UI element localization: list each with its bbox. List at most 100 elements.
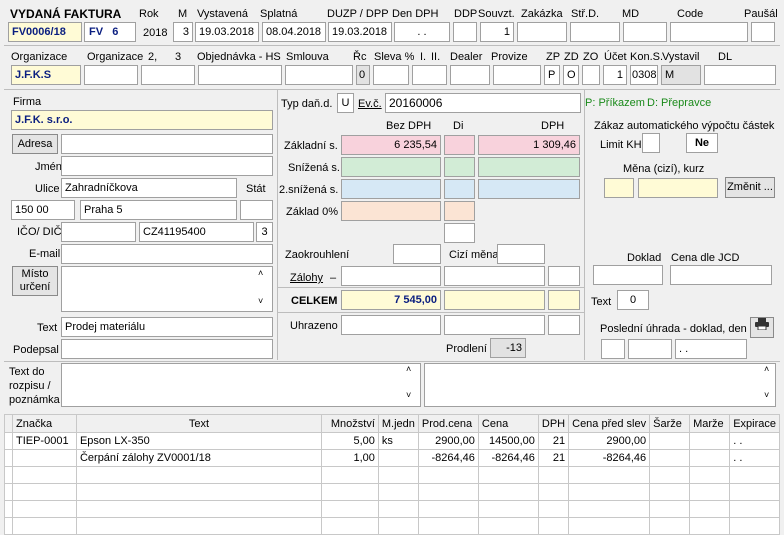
- zalohy-extra-field[interactable]: [548, 266, 580, 286]
- cell-sarze[interactable]: [649, 449, 691, 467]
- email-field[interactable]: [61, 244, 273, 264]
- note-scroll-up-icon[interactable]: ˄: [406, 364, 411, 374]
- souvzt-field[interactable]: 1: [480, 22, 514, 42]
- scroll-up-icon[interactable]: ˄: [258, 268, 263, 278]
- note-field-2[interactable]: [424, 363, 776, 407]
- note-field[interactable]: [61, 363, 421, 407]
- organizace-field[interactable]: J.F.K.S: [11, 65, 81, 85]
- celkem-field[interactable]: 7 545,00: [341, 290, 441, 310]
- printer-icon[interactable]: [750, 317, 774, 338]
- cell-expirace[interactable]: . .: [729, 432, 780, 450]
- cell-mjedn[interactable]: ks: [377, 432, 419, 450]
- cena-jcd-field[interactable]: [670, 265, 772, 285]
- rc-field[interactable]: 0: [356, 65, 370, 85]
- limit-kh-field[interactable]: [642, 133, 660, 153]
- zakazka-field[interactable]: [517, 22, 567, 42]
- cell-marze[interactable]: [689, 449, 731, 467]
- zalohy-field[interactable]: [341, 266, 441, 286]
- zaklad-0-di-field[interactable]: [444, 201, 475, 221]
- table-row[interactable]: TIEP-0001 Epson LX-350 5,00 ks 2900,00 1…: [4, 432, 780, 450]
- objednavka-field[interactable]: [198, 65, 282, 85]
- table-row-empty[interactable]: [4, 517, 780, 535]
- zp-field[interactable]: P: [544, 65, 560, 85]
- dic-number-field[interactable]: 3: [256, 222, 273, 242]
- zmenit-button[interactable]: Změnit ...: [725, 177, 775, 198]
- strd-field[interactable]: [570, 22, 620, 42]
- cell-cena[interactable]: 14500,00: [477, 432, 539, 450]
- organizace-2-field[interactable]: [84, 65, 138, 85]
- snizena-bez-field[interactable]: [341, 157, 441, 177]
- misto-urceni-button[interactable]: Místo určení: [12, 266, 58, 296]
- cell-dph[interactable]: 21: [537, 432, 570, 450]
- posledni-uhrada-den-field[interactable]: . .: [675, 339, 747, 359]
- den-dph-field[interactable]: . .: [394, 22, 450, 42]
- smlouva-field[interactable]: [285, 65, 353, 85]
- vystavena-field[interactable]: 19.03.2018: [195, 22, 259, 42]
- posledni-uhrada-doklad-field[interactable]: [601, 339, 625, 359]
- cell-znacka[interactable]: [11, 449, 77, 467]
- zakladni-di-field[interactable]: [444, 135, 475, 155]
- cell-mnozstvi[interactable]: 1,00: [320, 449, 379, 467]
- vystavil-field[interactable]: M: [661, 65, 701, 85]
- uhrazeno-dph-field[interactable]: [444, 315, 545, 335]
- jmeno-field[interactable]: [61, 156, 273, 176]
- code-field[interactable]: [670, 22, 748, 42]
- table-row-empty[interactable]: [4, 466, 780, 484]
- ucet-field[interactable]: 1: [603, 65, 627, 85]
- firma-field[interactable]: J.F.K. s.r.o.: [11, 110, 273, 130]
- podepsal-field[interactable]: [61, 339, 273, 359]
- table-row-empty[interactable]: [4, 483, 780, 501]
- psc-field[interactable]: 150 00: [11, 200, 75, 220]
- cell-mjedn[interactable]: [377, 449, 419, 467]
- cell-cena-pred-slev[interactable]: -8264,46: [568, 449, 651, 467]
- table-row[interactable]: Čerpání zálohy ZV0001/18 1,00 -8264,46 -…: [4, 449, 780, 467]
- month-field[interactable]: 3: [173, 22, 193, 42]
- doklad-field[interactable]: [593, 265, 663, 285]
- provize-field[interactable]: [493, 65, 541, 85]
- cell-sarze[interactable]: [649, 432, 691, 450]
- ulice-field[interactable]: Zahradníčkova: [61, 178, 237, 198]
- cell-dph[interactable]: 21: [537, 449, 570, 467]
- zaklad-0-field[interactable]: [341, 201, 441, 221]
- misto-urceni-field[interactable]: [61, 266, 273, 312]
- cell-marze[interactable]: [689, 432, 731, 450]
- ne-toggle[interactable]: Ne: [686, 133, 718, 153]
- note2-scroll-down-icon[interactable]: ˅: [764, 390, 769, 400]
- text-count-field[interactable]: 0: [617, 290, 649, 310]
- snizena-2-bez-field[interactable]: [341, 179, 441, 199]
- scroll-down-icon[interactable]: ˅: [258, 296, 263, 306]
- snizena-2-dph-field[interactable]: [478, 179, 580, 199]
- cell-znacka[interactable]: TIEP-0001: [11, 432, 77, 450]
- snizena-di-field[interactable]: [444, 157, 475, 177]
- series-field[interactable]: FV 6: [84, 22, 136, 42]
- kons-field[interactable]: 0308: [630, 65, 658, 85]
- sleva-field[interactable]: [373, 65, 409, 85]
- stat-field[interactable]: [240, 200, 273, 220]
- celkem-dph-field[interactable]: [444, 290, 545, 310]
- note-scroll-down-icon[interactable]: ˅: [406, 390, 411, 400]
- cell-text[interactable]: Epson LX-350: [75, 432, 322, 450]
- ico-field[interactable]: [61, 222, 136, 242]
- cell-prodcena[interactable]: -8264,46: [417, 449, 479, 467]
- cizi-mena-field[interactable]: [497, 244, 545, 264]
- uhrazeno-extra-field[interactable]: [548, 315, 580, 335]
- adresa-button[interactable]: Adresa: [12, 134, 58, 154]
- cell-cena[interactable]: -8264,46: [477, 449, 539, 467]
- row-selector[interactable]: [4, 432, 13, 450]
- sleva-i-field[interactable]: [412, 65, 447, 85]
- cell-mnozstvi[interactable]: 5,00: [320, 432, 379, 450]
- snizena-2-di-field[interactable]: [444, 179, 475, 199]
- uhrazeno-field[interactable]: [341, 315, 441, 335]
- doc-number-field[interactable]: FV0006/18: [8, 22, 82, 42]
- zakladni-dph-field[interactable]: 1 309,46: [478, 135, 580, 155]
- cell-prodcena[interactable]: 2900,00: [417, 432, 479, 450]
- note2-scroll-up-icon[interactable]: ˄: [764, 364, 769, 374]
- ddp-field[interactable]: [453, 22, 477, 42]
- zalohy-dph-field[interactable]: [444, 266, 545, 286]
- table-row-empty[interactable]: [4, 500, 780, 518]
- cell-cena-pred-slev[interactable]: 2900,00: [568, 432, 651, 450]
- cell-text[interactable]: Čerpání zálohy ZV0001/18: [75, 449, 322, 467]
- row-selector[interactable]: [4, 449, 13, 467]
- mesto-field[interactable]: Praha 5: [80, 200, 237, 220]
- mena-field[interactable]: [604, 178, 634, 198]
